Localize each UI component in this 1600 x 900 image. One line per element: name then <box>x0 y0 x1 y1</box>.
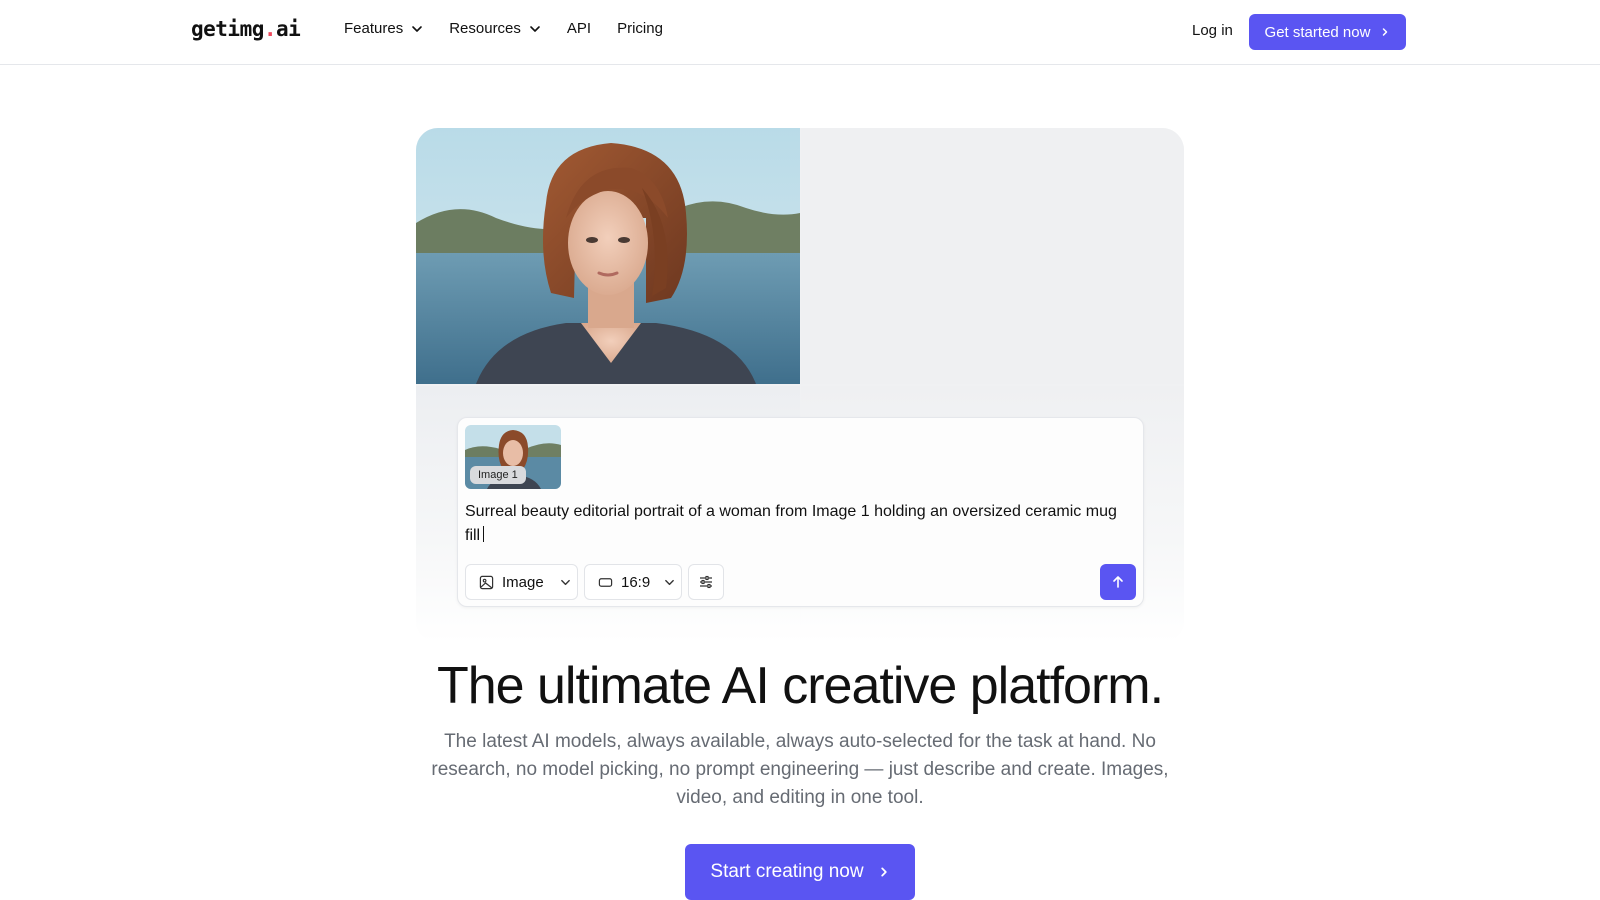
nav-item-label: Pricing <box>617 20 663 37</box>
settings-button[interactable] <box>688 564 724 600</box>
nav-item-resources[interactable]: Resources <box>449 20 541 37</box>
portrait-image <box>416 128 800 384</box>
logo[interactable]: getimg.ai <box>191 17 301 41</box>
sliders-icon <box>700 575 712 589</box>
nav-item-label: API <box>566 20 592 37</box>
nav-item-label: Resources <box>449 20 521 37</box>
mode-select[interactable]: Image <box>465 564 578 600</box>
logo-suffix: ai <box>276 17 301 41</box>
prompt-composer: Image 1 Surreal beauty editorial portrai… <box>457 417 1144 607</box>
logo-text: getimg <box>191 17 264 41</box>
get-started-label: Get started now <box>1264 23 1371 41</box>
chevron-down-icon <box>665 579 675 585</box>
image-icon <box>479 575 494 589</box>
aspect-ratio-label: 16:9 <box>621 573 651 591</box>
hero-subheadline: The latest AI models, always available, … <box>431 731 1169 808</box>
chevron-down-icon <box>412 25 423 32</box>
reference-image-badge: Image 1 <box>470 466 526 484</box>
start-creating-button[interactable]: Start creating now <box>685 844 915 900</box>
aspect-ratio-icon <box>598 577 613 587</box>
nav-item-pricing[interactable]: Pricing <box>617 20 663 37</box>
aspect-ratio-select[interactable]: 16:9 <box>584 564 682 600</box>
arrow-up-icon <box>1113 576 1123 588</box>
reference-image-thumbnail[interactable]: Image 1 <box>465 425 561 489</box>
start-creating-label: Start creating now <box>710 861 864 882</box>
hero-headline: The ultimate AI creative platform. <box>436 657 1164 715</box>
text-caret <box>483 526 485 542</box>
logo-dot: . <box>263 17 277 41</box>
chevron-right-icon <box>1383 28 1388 36</box>
nav-item-label: Features <box>344 20 404 37</box>
placeholder-tile <box>801 128 1184 384</box>
chevron-down-icon <box>560 579 570 585</box>
mode-select-label: Image <box>502 573 544 591</box>
nav-item-features[interactable]: Features <box>344 20 423 37</box>
get-started-button[interactable]: Get started now <box>1249 14 1406 50</box>
prompt-input[interactable]: Surreal beauty editorial portrait of a w… <box>465 500 1125 548</box>
submit-prompt-button[interactable] <box>1100 564 1136 600</box>
nav-item-api[interactable]: API <box>567 20 591 37</box>
login-link[interactable]: Log in <box>1192 22 1233 39</box>
nav-links: Features Resources API Pricing <box>344 20 689 37</box>
prompt-text: Surreal beauty editorial portrait of a w… <box>465 503 1117 544</box>
top-nav: getimg.ai Features Resources API Pricing… <box>0 0 1600 65</box>
chevron-right-icon <box>880 867 887 877</box>
chevron-down-icon <box>530 25 540 32</box>
